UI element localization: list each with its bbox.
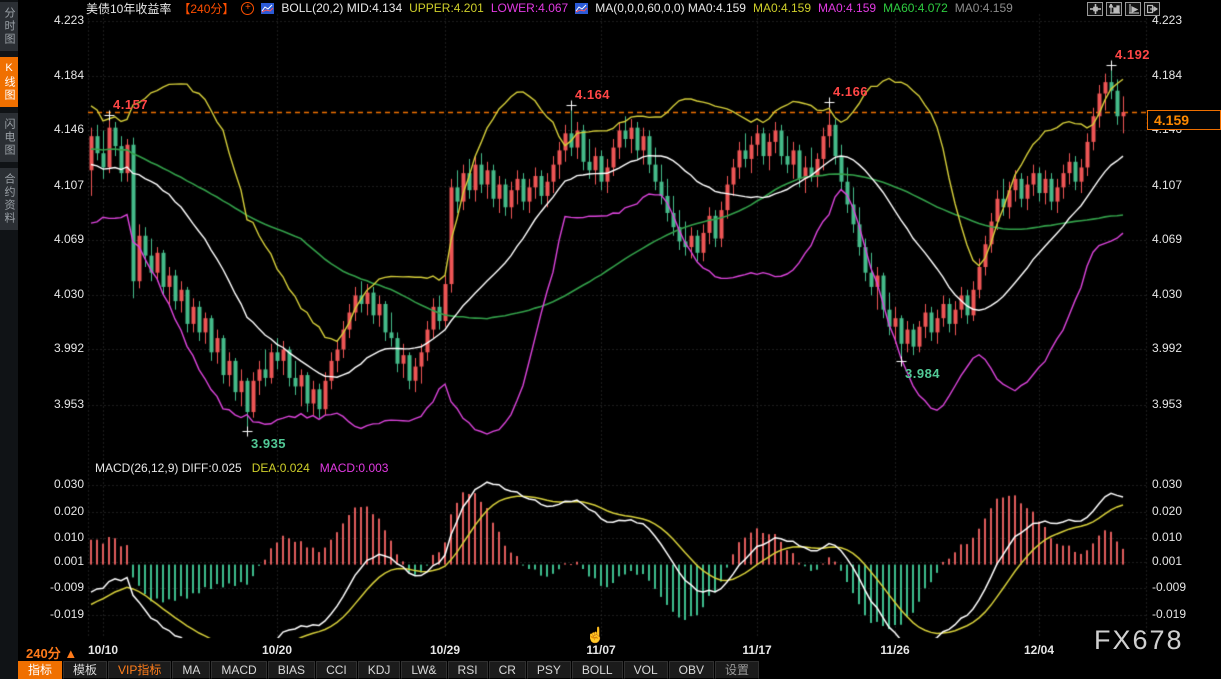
toolbar-button-MA[interactable]: MA xyxy=(172,661,210,679)
ma-chart-icon xyxy=(575,3,588,14)
chart-canvas[interactable] xyxy=(0,0,1221,679)
sidebar-tab-3[interactable]: 合约资料 xyxy=(0,168,18,230)
toolbar-button-PSY[interactable]: PSY xyxy=(527,661,571,679)
fx678-watermark: FX678 xyxy=(1094,625,1184,656)
sidebar-tab-1[interactable]: K线图 xyxy=(0,57,18,107)
toolbar-button-CCI[interactable]: CCI xyxy=(316,661,357,679)
macd-dea-value: DEA:0.024 xyxy=(252,461,310,475)
ma1-value: MA0:4.159 xyxy=(753,1,811,15)
toolbar-button-模板[interactable]: 模板 xyxy=(63,661,107,679)
boll-values: BOLL(20,2) MID:4.134 xyxy=(281,1,402,15)
toolbar-button-BIAS[interactable]: BIAS xyxy=(268,661,315,679)
toolbar-button-VIP指标[interactable]: VIP指标 xyxy=(108,661,171,679)
chart-type-sidebar: 分时图 K线图闪电图合约资料 xyxy=(0,0,18,679)
toolbar-button-VOL[interactable]: VOL xyxy=(624,661,668,679)
boll-chart-icon xyxy=(261,3,274,14)
go-to-latest-icon[interactable] xyxy=(1144,2,1160,16)
indicator-toolbar: 指标模板VIP指标MAMACDBIASCCIKDJLW&RSICRPSYBOLL… xyxy=(18,661,760,679)
period-badge[interactable]: 【240分】 xyxy=(178,0,234,17)
toolbar-button-OBV[interactable]: OBV xyxy=(669,661,714,679)
current-price-badge: 4.159 xyxy=(1147,110,1221,130)
period-label: 240分 xyxy=(26,646,61,661)
toolbar-button-BOLL[interactable]: BOLL xyxy=(572,661,623,679)
toolbar-button-LW&[interactable]: LW& xyxy=(401,661,446,679)
ma60-value: MA60:4.072 xyxy=(883,1,948,15)
chart-tool-icons xyxy=(1087,2,1160,16)
boll-upper-value: UPPER:4.201 xyxy=(409,1,484,15)
chart-header: 美债10年收益率 【240分】 + BOLL(20,2) MID:4.134 U… xyxy=(86,0,1013,16)
macd-hist-value: MACD:0.003 xyxy=(320,461,389,475)
toolbar-button-MACD[interactable]: MACD xyxy=(211,661,266,679)
toolbar-button-指标[interactable]: 指标 xyxy=(18,661,62,679)
toolbar-button-CR[interactable]: CR xyxy=(489,661,526,679)
ma4-value: MA0:4.159 xyxy=(955,1,1013,15)
add-indicator-icon[interactable]: + xyxy=(241,2,254,15)
ma-values: MA(0,0,0,60,0,0) MA0:4.159 xyxy=(595,1,746,15)
mouse-cursor-icon: ☝ xyxy=(586,626,605,644)
sidebar-tab-2[interactable]: 闪电图 xyxy=(0,113,18,162)
boll-lower-value: LOWER:4.067 xyxy=(491,1,568,15)
instrument-title: 美债10年收益率 xyxy=(86,0,171,17)
period-dropdown-arrow: ▲ xyxy=(64,646,77,661)
pan-crosshair-icon[interactable] xyxy=(1087,2,1103,16)
sidebar-tab-0[interactable]: 分时图 xyxy=(0,2,18,51)
ma2-value: MA0:4.159 xyxy=(818,1,876,15)
toolbar-button-RSI[interactable]: RSI xyxy=(448,661,488,679)
y-axis-scale-icon[interactable] xyxy=(1106,2,1122,16)
x-axis-scale-icon[interactable] xyxy=(1125,2,1141,16)
period-selector[interactable]: 240分 ▲ xyxy=(26,643,77,662)
toolbar-button-设置[interactable]: 设置 xyxy=(715,661,759,679)
macd-header: MACD(26,12,9) DIFF:0.025 DEA:0.024 MACD:… xyxy=(95,461,388,475)
macd-diff-value: MACD(26,12,9) DIFF:0.025 xyxy=(95,461,242,475)
toolbar-button-KDJ[interactable]: KDJ xyxy=(358,661,401,679)
